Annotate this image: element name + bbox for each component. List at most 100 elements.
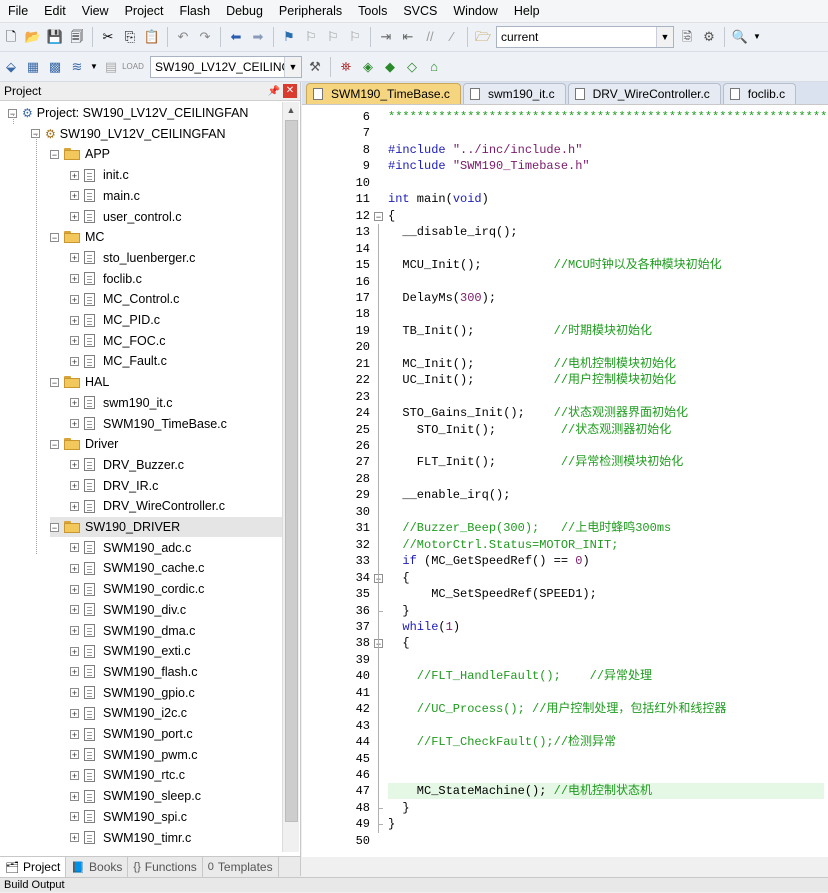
expand-icon[interactable]: + <box>70 667 79 677</box>
tree-file-item[interactable]: + swm190_it.c <box>70 393 172 413</box>
nav-back-icon[interactable]: ⬅ <box>227 28 245 46</box>
chevron-down-icon[interactable]: ▼ <box>656 27 673 47</box>
manage-components-icon[interactable]: ◆ <box>381 58 399 76</box>
collapse-icon[interactable]: − <box>50 522 59 532</box>
tree-file-item[interactable]: + init.c <box>70 165 129 185</box>
tab-foclib-c[interactable]: foclib.c <box>722 83 797 104</box>
scroll-up-icon[interactable]: ▲ <box>283 102 299 118</box>
expand-icon[interactable]: + <box>70 563 79 573</box>
expand-icon[interactable]: + <box>70 460 79 470</box>
close-icon[interactable]: ✕ <box>283 84 297 98</box>
next-bookmark-icon[interactable]: ⚐ <box>324 28 342 46</box>
open-file-icon[interactable]: 📂 <box>24 28 42 46</box>
select-packs-icon[interactable]: ◈ <box>359 58 377 76</box>
target-options-icon[interactable]: ⚒ <box>306 58 324 76</box>
tree-file-item[interactable]: + SWM190_TimeBase.c <box>70 414 227 434</box>
chevron-down-icon[interactable]: ▼ <box>753 28 761 46</box>
tree-file-item[interactable]: + SWM190_sleep.c <box>70 786 201 806</box>
tree-file-item[interactable]: + SWM190_div.c <box>70 600 186 620</box>
fold-collapse-icon[interactable]: − <box>374 211 383 221</box>
stop-build-icon[interactable]: ▤ <box>102 58 120 76</box>
clear-bookmarks-icon[interactable]: ⚐ <box>346 28 364 46</box>
tree-file-item[interactable]: + MC_FOC.c <box>70 331 166 351</box>
tree-file-item[interactable]: + MC_Fault.c <box>70 351 167 371</box>
expand-icon[interactable]: + <box>70 791 79 801</box>
expand-icon[interactable]: + <box>70 191 79 201</box>
find-in-files-icon[interactable]: 🗁 <box>474 28 492 46</box>
expand-icon[interactable]: + <box>70 750 79 760</box>
batch-build-icon[interactable]: ≋ <box>68 58 86 76</box>
menu-item-debug[interactable]: Debug <box>218 0 271 22</box>
collapse-icon[interactable]: − <box>50 377 59 387</box>
uncomment-icon[interactable]: ⁄ <box>443 28 461 46</box>
tree-group-item[interactable]: − SW190_DRIVER <box>50 517 282 537</box>
tree-file-item[interactable]: + foclib.c <box>70 269 142 289</box>
expand-icon[interactable]: + <box>70 481 79 491</box>
expand-icon[interactable]: + <box>70 356 79 366</box>
new-file-icon[interactable]: 🗋 <box>2 28 20 46</box>
tree-file-item[interactable]: + DRV_IR.c <box>70 476 158 496</box>
tree-file-item[interactable]: + MC_PID.c <box>70 310 160 330</box>
tab-swm190-it-c[interactable]: swm190_it.c <box>462 83 566 104</box>
expand-icon[interactable]: + <box>70 294 79 304</box>
bookmark-icon[interactable]: ⚑ <box>280 28 298 46</box>
unindent-icon[interactable]: ⇤ <box>399 28 417 46</box>
incremental-find-icon[interactable]: 🗟 <box>678 28 696 46</box>
expand-icon[interactable]: + <box>70 812 79 822</box>
download-icon[interactable]: LOAD <box>122 58 144 76</box>
menu-item-tools[interactable]: Tools <box>350 0 395 22</box>
collapse-icon[interactable]: − <box>50 439 59 449</box>
collapse-icon[interactable]: − <box>50 232 59 242</box>
save-icon[interactable]: 💾 <box>46 28 64 46</box>
tree-file-item[interactable]: + SWM190_cache.c <box>70 558 204 578</box>
redo-icon[interactable]: ↷ <box>196 28 214 46</box>
tab-drv-wirecontroller-c[interactable]: DRV_WireController.c <box>567 83 721 104</box>
expand-icon[interactable]: + <box>70 605 79 615</box>
translate-icon[interactable]: ⬙ <box>2 58 20 76</box>
expand-icon[interactable]: + <box>70 708 79 718</box>
tree-file-item[interactable]: + main.c <box>70 186 140 206</box>
expand-icon[interactable]: + <box>70 419 79 429</box>
comment-icon[interactable]: // <box>421 28 439 46</box>
copy-icon[interactable]: ⎘ <box>121 28 139 46</box>
menu-item-flash[interactable]: Flash <box>171 0 218 22</box>
pin-icon[interactable]: 📌 <box>267 86 281 97</box>
tree-scrollbar[interactable]: ▲ <box>282 102 299 852</box>
tab-functions[interactable]: {} Functions <box>128 857 203 877</box>
indent-icon[interactable]: ⇥ <box>377 28 395 46</box>
tree-file-item[interactable]: + SWM190_adc.c <box>70 538 191 558</box>
expand-icon[interactable]: + <box>70 336 79 346</box>
tree-file-item[interactable]: + SWM190_cordic.c <box>70 579 204 599</box>
tree-file-item[interactable]: + SWM190_flash.c <box>70 662 197 682</box>
tree-file-item[interactable]: + SWM190_rtc.c <box>70 765 185 785</box>
tab-templates[interactable]: 0 Templates <box>203 857 279 877</box>
chevron-down-icon[interactable]: ▼ <box>284 56 301 77</box>
save-all-icon[interactable]: 🗐 <box>68 28 86 46</box>
prev-bookmark-icon[interactable]: ⚐ <box>302 28 320 46</box>
expand-icon[interactable]: + <box>70 626 79 636</box>
tree-file-item[interactable]: + DRV_Buzzer.c <box>70 455 184 475</box>
tree-file-item[interactable]: + SWM190_exti.c <box>70 641 191 661</box>
code-editor[interactable]: 6 7 8 9 10 11 12 13 14 15 16 17 18 19 20 21 22 23 24 25 26 27… <box>302 104 828 857</box>
zoom-icon[interactable]: 🔍 <box>731 28 749 46</box>
expand-icon[interactable]: + <box>70 543 79 553</box>
tree-group-item[interactable]: − MC <box>50 227 104 247</box>
tree-file-item[interactable]: + SWM190_timr.c <box>70 828 191 848</box>
pack-installer-icon[interactable]: ◇ <box>403 58 421 76</box>
menu-item-view[interactable]: View <box>74 0 117 22</box>
expand-icon[interactable]: + <box>70 584 79 594</box>
menu-item-window[interactable]: Window <box>445 0 505 22</box>
expand-icon[interactable]: + <box>70 315 79 325</box>
tree-file-item[interactable]: + SWM190_spi.c <box>70 807 187 827</box>
tab-swm190-timebase-c[interactable]: SWM190_TimeBase.c <box>306 83 461 104</box>
tree-file-item[interactable]: + sto_luenberger.c <box>70 248 195 268</box>
chevron-down-icon[interactable]: ▼ <box>90 58 98 76</box>
expand-icon[interactable]: + <box>70 833 79 843</box>
menu-item-peripherals[interactable]: Peripherals <box>271 0 350 22</box>
tab-project[interactable]: 🗂 Project <box>0 857 67 877</box>
scroll-thumb[interactable] <box>285 120 298 822</box>
target-select[interactable]: SW190_LV12V_CEILINGFA ▼ <box>150 55 302 78</box>
undo-icon[interactable]: ↶ <box>174 28 192 46</box>
menu-item-edit[interactable]: Edit <box>36 0 74 22</box>
manage-project-items-icon[interactable]: ⛯ <box>337 58 355 76</box>
